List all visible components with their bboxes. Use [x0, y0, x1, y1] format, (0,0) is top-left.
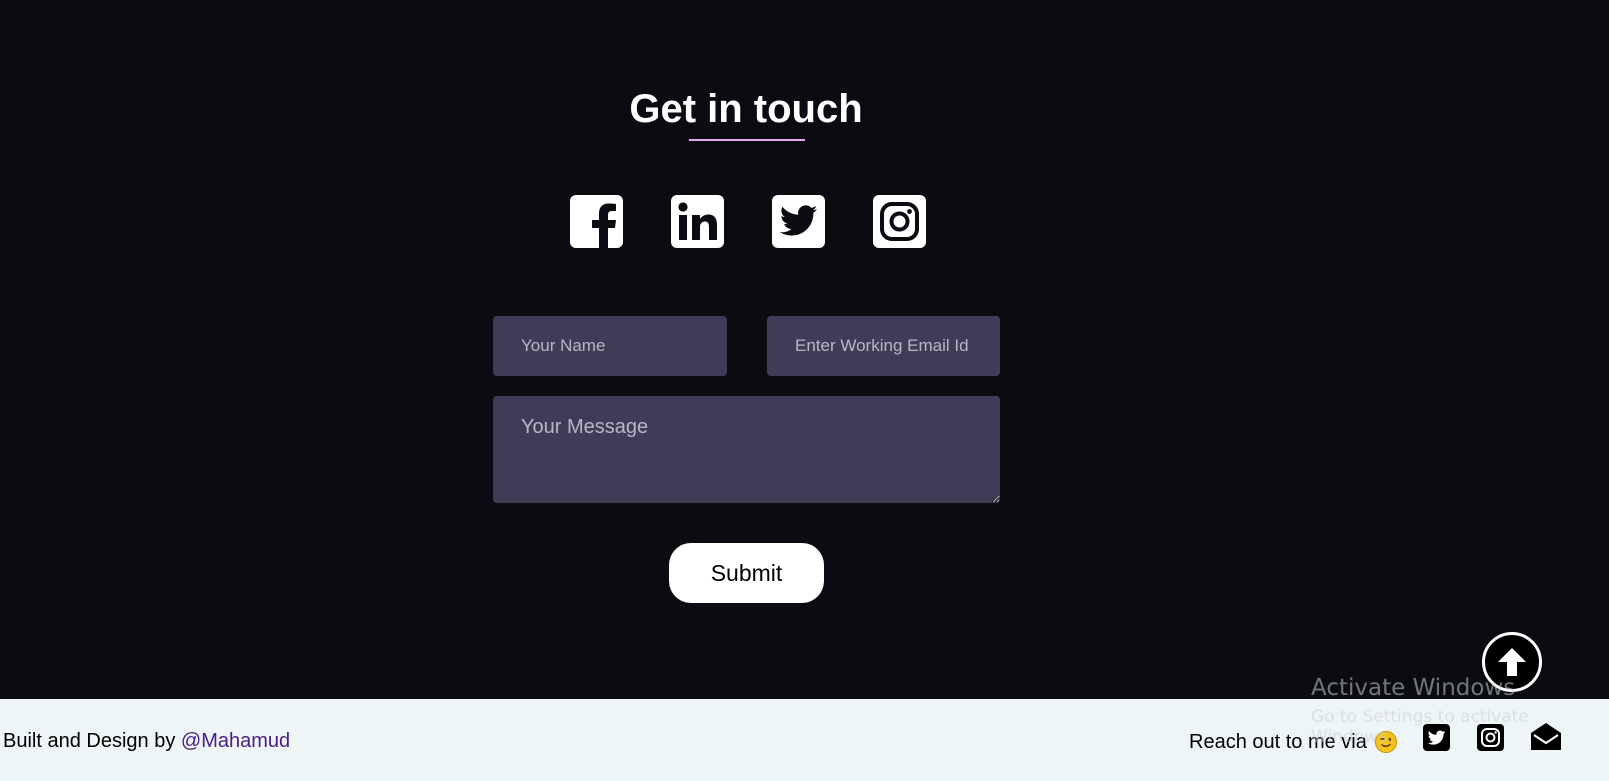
email-input[interactable]: [767, 316, 1000, 376]
name-input[interactable]: [493, 316, 727, 376]
author-link[interactable]: @Mahamud: [181, 730, 290, 752]
scroll-to-top-button[interactable]: [1482, 632, 1542, 692]
winking-face-emoji: [1374, 731, 1397, 753]
facebook-link[interactable]: [570, 195, 623, 248]
footer-twitter-link[interactable]: [1422, 723, 1450, 751]
mail-icon: [1531, 723, 1561, 750]
reach-label: Reach out to me via: [1189, 731, 1367, 753]
instagram-icon: [1476, 723, 1504, 751]
footer-instagram-link[interactable]: [1476, 723, 1504, 751]
credit-text: Built and Design by: [3, 730, 176, 752]
footer-credit: Built and Design by @Mahamud: [3, 729, 290, 753]
linkedin-link[interactable]: [671, 195, 724, 248]
arrow-up-icon: [1498, 648, 1526, 676]
message-input[interactable]: [493, 396, 1000, 503]
page: Get in touch Your Name Enter Working Ema…: [0, 0, 1609, 781]
title-underline: [689, 139, 805, 141]
contact-section: Get in touch Your Name Enter Working Ema…: [0, 0, 1609, 699]
footer-mail-link[interactable]: [1530, 723, 1562, 751]
twitter-link[interactable]: [772, 195, 825, 248]
twitter-icon: [779, 205, 818, 236]
linkedin-icon: [678, 202, 717, 240]
facebook-icon: [592, 203, 616, 248]
reach-out-text: Reach out to me via: [1189, 730, 1397, 754]
social-links: [570, 195, 926, 248]
submit-button[interactable]: Submit: [669, 543, 824, 603]
instagram-icon: [880, 202, 919, 241]
instagram-link[interactable]: [873, 195, 926, 248]
page-title: Get in touch: [629, 87, 863, 131]
twitter-icon: [1422, 723, 1450, 751]
